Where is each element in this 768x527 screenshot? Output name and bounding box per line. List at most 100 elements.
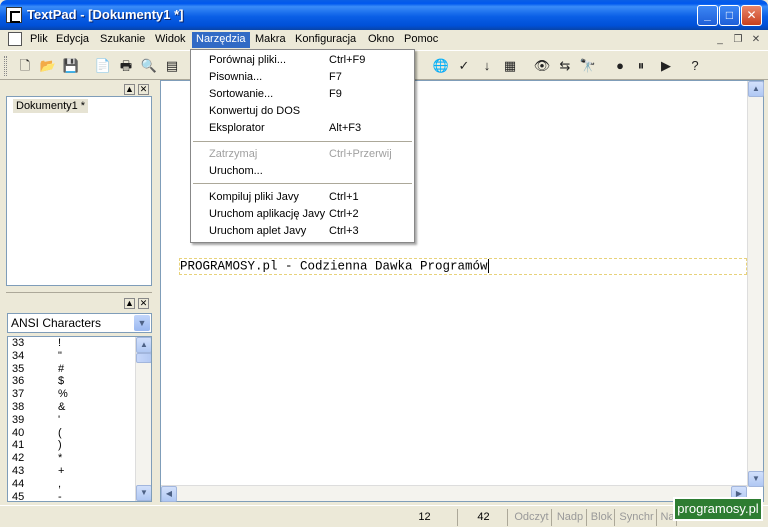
chevron-down-icon[interactable]: ▼	[134, 315, 150, 331]
narzedzia-dropdown-menu: Porównaj pliki... Ctrl+F9 Pisownia... F7 S…	[190, 49, 415, 243]
documents-panel-pin-button[interactable]: ▲	[124, 84, 135, 95]
menuitem-uruchom-aplet-javy[interactable]: Uruchom aplet Javy Ctrl+3	[191, 223, 414, 240]
menuitem-uruchom-aplikacje-javy[interactable]: Uruchom aplikację Javy Ctrl+2	[191, 206, 414, 223]
clip-panel-pin-button[interactable]: ▲	[124, 298, 135, 309]
toolbar-grip[interactable]	[4, 56, 7, 76]
character-glyph: '	[58, 413, 61, 426]
character-glyph: $	[58, 375, 65, 388]
character-glyph: #	[58, 362, 65, 375]
character-row[interactable]: 38 &	[8, 401, 151, 414]
character-row[interactable]: 42 *	[8, 452, 151, 465]
menuitem-sortowanie[interactable]: Sortowanie... F9	[191, 86, 414, 103]
help-pointer-icon[interactable]: ?	[686, 57, 704, 75]
status-line-number: 12	[392, 509, 458, 526]
menu-makra[interactable]: Makra	[251, 32, 290, 48]
documents-panel	[6, 96, 152, 286]
character-glyph: &	[58, 400, 66, 413]
new-file-icon[interactable]: 🗋	[16, 57, 34, 75]
document-tab[interactable]: Dokumenty1 *	[13, 99, 89, 113]
scroll-down-icon[interactable]: ▼	[136, 485, 151, 501]
character-row[interactable]: 43 +	[8, 465, 151, 478]
document-icon[interactable]	[8, 32, 22, 46]
minimize-button[interactable]: _	[697, 5, 718, 26]
character-row[interactable]: 36 $	[8, 375, 151, 388]
menu-konfiguracja[interactable]: Konfiguracja	[291, 32, 360, 48]
play-macro-icon[interactable]: ▶	[657, 57, 675, 75]
sort-icon[interactable]: ↓	[478, 57, 496, 75]
character-row[interactable]: 39 '	[8, 414, 151, 427]
scroll-down-icon[interactable]: ▼	[748, 471, 764, 487]
menuitem-uruchom[interactable]: Uruchom...	[191, 163, 414, 180]
print-icon[interactable]: 🖶	[117, 57, 135, 75]
manage-files-icon[interactable]: 📄	[94, 57, 112, 75]
panel-splitter[interactable]	[6, 292, 152, 294]
character-code: 36	[12, 375, 25, 388]
menuitem-konwertuj-do-dos[interactable]: Konwertuj do DOS	[191, 103, 414, 120]
character-list[interactable]: 33! 34 " 35 #36 $37% 38 & 39 ' 40(41) 42 * 43 +44, 45- …	[7, 336, 152, 502]
watermark-logo: programosy.pl	[673, 497, 763, 521]
character-code: 37	[12, 388, 25, 401]
character-row[interactable]: 45 -	[8, 490, 151, 502]
menu-narzedzia[interactable]: Narzędzia	[192, 32, 250, 48]
character-list-scrollbar[interactable]: ▲ ▼	[135, 337, 151, 501]
menu-plik[interactable]: Plik	[26, 32, 52, 48]
textpad-app-icon[interactable]	[6, 7, 22, 23]
menu-szukanie[interactable]: Szukanie	[96, 32, 149, 48]
character-code: 34	[12, 349, 25, 362]
menuitem-eksplorator[interactable]: Eksplorator Alt+F3	[191, 120, 414, 137]
character-row[interactable]: 41)	[8, 439, 151, 452]
title-bar[interactable]: TextPad - [Dokumenty1 *] _ □ ✕	[0, 0, 768, 30]
mdi-minimize-button[interactable]: _	[712, 33, 728, 47]
find-in-files-icon[interactable]: 🔭	[579, 57, 597, 75]
status-readonly: Odczyt	[512, 509, 552, 526]
pause-macro-icon[interactable]: ⏸	[632, 57, 650, 75]
editor-current-line[interactable]: PROGRAMOSY.pl - Codzienna Dawka Programó…	[179, 258, 747, 275]
menuitem-kompiluj-pliki-javy[interactable]: Kompiluj pliki Javy Ctrl+1	[191, 189, 414, 206]
replace-icon[interactable]: ⇆	[556, 57, 574, 75]
menuitem-zatrzymaj: Zatrzymaj Ctrl+Przerwij	[209, 148, 392, 160]
character-code: 38	[12, 400, 25, 413]
menuitem-porownaj-pliki[interactable]: Porównaj pliki... Ctrl+F9	[191, 52, 414, 69]
explorer-icon[interactable]: ▦	[501, 57, 519, 75]
scroll-left-icon[interactable]: ◀	[161, 486, 177, 502]
menu-separator	[193, 141, 412, 142]
close-button[interactable]: ✕	[741, 5, 762, 26]
save-icon[interactable]: 💾	[62, 57, 80, 75]
maximize-button[interactable]: □	[719, 5, 740, 26]
find-icon[interactable]: 👁	[533, 57, 551, 75]
editor-text: PROGRAMOSY.pl - Codzienna Dawka Programó…	[180, 259, 488, 274]
mdi-restore-button[interactable]: ❐	[730, 33, 746, 47]
editor-vertical-scrollbar[interactable]: ▲ ▼	[747, 81, 764, 487]
character-row[interactable]: 34 "	[8, 350, 151, 363]
scroll-thumb[interactable]	[136, 353, 151, 363]
spelling-icon[interactable]: ✓	[455, 57, 473, 75]
clip-library-select[interactable]: ANSI Characters ▼	[7, 313, 152, 333]
character-row[interactable]: 44,	[8, 478, 151, 491]
status-block: Blok	[589, 509, 615, 526]
web-browser-icon[interactable]: 🌐	[432, 57, 450, 75]
menu-edycja[interactable]: Edycja	[52, 32, 93, 48]
documents-panel-close-button[interactable]: ✕	[138, 84, 149, 95]
clip-panel-close-button[interactable]: ✕	[138, 298, 149, 309]
character-row[interactable]: 35 #	[8, 363, 151, 376]
print-preview-icon[interactable]: 🔍	[140, 57, 158, 75]
record-macro-icon[interactable]: ●	[611, 57, 629, 75]
character-row[interactable]: 37%	[8, 388, 151, 401]
menuitem-pisownia[interactable]: Pisownia... F7	[191, 69, 414, 86]
character-row[interactable]: 40 (	[8, 427, 151, 440]
document-properties-icon[interactable]: ▤	[163, 57, 181, 75]
scroll-up-icon[interactable]: ▲	[748, 81, 764, 97]
menu-pomoc[interactable]: Pomoc	[400, 32, 442, 48]
scroll-up-icon[interactable]: ▲	[136, 337, 151, 353]
menu-widok[interactable]: Widok	[151, 32, 190, 48]
open-folder-icon[interactable]: 📂	[39, 57, 57, 75]
character-rows: 33! 34 " 35 #36 $37% 38 & 39 ' 40(41) 42 * 43 +44, 45-	[8, 337, 151, 502]
mdi-close-button[interactable]: ✕	[748, 33, 764, 47]
clip-library-value: ANSI Characters	[11, 316, 102, 330]
documents-panel-header: ▲ ✕	[6, 84, 152, 96]
character-glyph: -	[58, 490, 62, 502]
text-caret	[487, 259, 489, 273]
character-row[interactable]: 33!	[8, 337, 151, 350]
menu-okno[interactable]: Okno	[364, 32, 398, 48]
editor-horizontal-scrollbar[interactable]: ◀ ▶	[161, 485, 747, 502]
